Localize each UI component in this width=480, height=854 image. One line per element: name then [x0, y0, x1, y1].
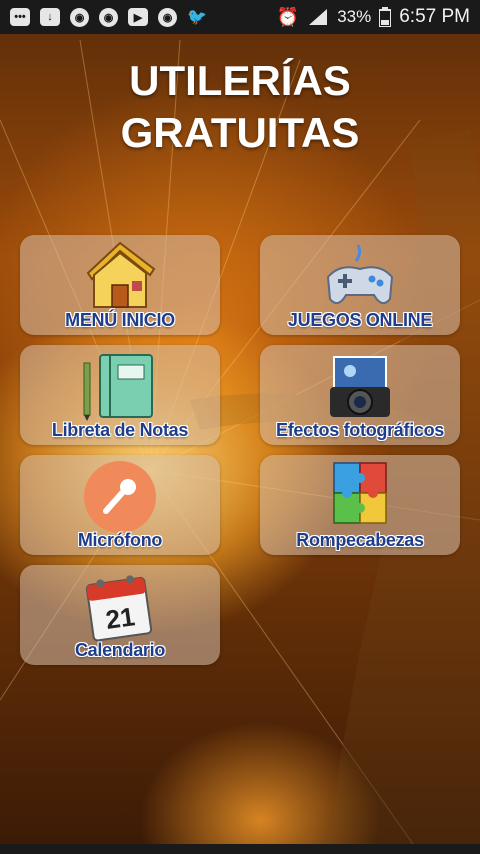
house-icon	[86, 241, 156, 308]
efectos-fotograficos-label: Efectos fotográficos	[275, 420, 445, 440]
title-line-2: GRATUITAS	[120, 109, 360, 156]
calendario-button[interactable]: 21 Calendario	[20, 565, 220, 665]
efectos-fotograficos-button[interactable]: Efectos fotográficos	[260, 345, 460, 445]
youtube-icon: ▶	[128, 8, 148, 26]
juegos-online-button[interactable]: JUEGOS ONLINE	[260, 235, 460, 335]
alarm-icon: ⏰	[276, 6, 300, 27]
camera-icon	[330, 356, 390, 417]
menu-inicio-label: MENÚ INICIO	[65, 310, 175, 330]
microfono-label: Micrófono	[77, 530, 163, 550]
calendario-label: Calendario	[74, 640, 166, 660]
download-icon: ↓	[40, 8, 60, 26]
bottom-bar	[0, 844, 480, 854]
battery-icon	[379, 7, 392, 27]
calendar-day: 21	[104, 601, 137, 635]
status-bar: ••• ↓ ◉ ◉ ▶ ◉ 🐦 ⏰ 33% 6:57 PM	[0, 0, 480, 34]
app-title: UTILERÍAS GRATUITAS	[0, 55, 480, 159]
microphone-icon	[84, 461, 156, 533]
notebook-icon	[83, 354, 153, 421]
chrome-icon: ◉	[70, 7, 89, 27]
calendar-icon: 21	[85, 575, 153, 642]
signal-icon	[309, 9, 328, 25]
twitter-icon: 🐦	[187, 9, 207, 26]
libreta-de-notas-button[interactable]: Libreta de Notas	[20, 345, 220, 445]
chrome-icon: ◉	[99, 7, 118, 27]
title-line-1: UTILERÍAS	[129, 57, 351, 104]
microfono-button[interactable]: Micrófono	[20, 455, 220, 555]
gamepad-icon	[326, 244, 394, 305]
messages-icon: •••	[10, 8, 30, 26]
battery-percent: 33%	[337, 7, 372, 26]
clock-time: 6:57 PM	[399, 6, 470, 27]
libreta-de-notas-label: Libreta de Notas	[51, 420, 189, 440]
juegos-online-label: JUEGOS ONLINE	[287, 310, 433, 330]
menu-inicio-button[interactable]: MENÚ INICIO	[20, 235, 220, 335]
puzzle-icon	[333, 462, 387, 524]
rompecabezas-button[interactable]: Rompecabezas	[260, 455, 460, 555]
chrome-icon: ◉	[158, 7, 177, 27]
rompecabezas-label: Rompecabezas	[296, 530, 424, 550]
